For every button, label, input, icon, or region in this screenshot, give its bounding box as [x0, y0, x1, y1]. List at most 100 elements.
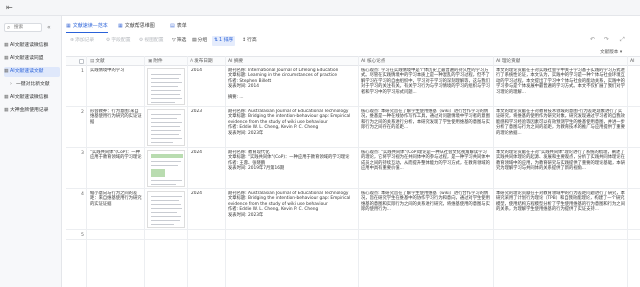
row-number: 1	[81, 69, 84, 74]
filter-label: 筛选	[176, 38, 187, 43]
tab-mind-map[interactable]: ▦ 文献帮思维图	[118, 20, 155, 33]
tab-label: 表单	[176, 23, 187, 29]
filter-icon: ▽	[172, 38, 176, 43]
attachment-thumbnail[interactable]	[147, 150, 185, 187]
row-height-label: 行高	[247, 38, 257, 43]
row-height-button[interactable]: ↕行高	[242, 36, 257, 46]
column-header-year[interactable]: A发布日期	[190, 57, 213, 66]
search-input[interactable]	[14, 24, 41, 31]
back-arrow-icon[interactable]: ⇤	[6, 4, 14, 12]
cell-core[interactable]: 核心观点: 本研究旨在了解学生使用维基（wiki）进行合作学习的情况，旨在研究学…	[361, 191, 491, 228]
new-row[interactable]: 5	[66, 230, 640, 240]
cell-title[interactable]: "实践共同体"(CoP)：一种应用于教育领域的学习理论	[90, 150, 142, 187]
table-row[interactable]: 1 实践情境中的学习 2014 期刊名称: International Jour…	[66, 66, 640, 107]
sidebar-item-usage-log[interactable]: ▦大神金牌使用记录	[4, 106, 60, 116]
sidebar-item-literature[interactable]: ▦AI文献速读文献	[4, 67, 60, 77]
grid-view-icon: ▦	[118, 23, 123, 29]
sidebar-item-alliance[interactable]: ▦AI文献速读同盟	[4, 54, 60, 64]
filter-button[interactable]: ▽筛选	[172, 36, 186, 46]
gear-icon: ⚙	[139, 38, 144, 43]
cell-title[interactable]: 形会教养：行为意图:来自维基使用行为研究的实证证据	[90, 109, 142, 146]
sidebar-item-label: AI文献速读文献	[10, 69, 44, 74]
redo-icon[interactable]: ↷	[604, 36, 609, 43]
column-header-more[interactable]: AI	[630, 57, 635, 66]
cell-year[interactable]: 2024	[191, 150, 223, 155]
attachment-thumbnail[interactable]	[147, 191, 185, 228]
attachment-icon: ▣	[148, 59, 153, 64]
sort-button[interactable]: ⇅1 排序	[212, 36, 236, 46]
group-icon: ▤	[192, 38, 197, 43]
column-header-label: AI 摘要	[228, 59, 244, 64]
cell-theory[interactable]: 本文的理论贡献在于对教育技术领域的意图-行为差距现象进行了实证研究，将维基的使用…	[496, 109, 625, 146]
add-record-button[interactable]: ⊕添加记录	[70, 36, 94, 46]
table-row[interactable]: 4 缩小意向与行为之间的差距：来自维基使用行为研究的实证证据 2024 期刊名称…	[66, 189, 640, 230]
text-field-icon: A	[190, 59, 194, 64]
view-config-button[interactable]: ⚙视图配置	[139, 36, 164, 46]
sidebar-search[interactable]: ⌕	[4, 23, 42, 32]
gear-icon: ⚙	[106, 38, 111, 43]
search-icon: ⌕	[7, 24, 11, 31]
cell-core[interactable]: 核心观点: "实践共同体"(CoP)理论是一种从社会文化视角解读学习的理论，它将…	[361, 150, 491, 187]
cell-title[interactable]: 缩小意向与行为之间的差距：来自维基使用行为研究的实证证据	[90, 191, 142, 228]
field-config-button[interactable]: ⚙字段配置	[106, 36, 131, 46]
column-header-label: AI 核心论点	[361, 59, 386, 64]
sidebar-item-wechat-group[interactable]: ▦AI文献速读微信群	[4, 41, 60, 51]
tab-literature-template[interactable]: ▦ 文献速读—范本	[66, 20, 108, 33]
cell-summary[interactable]: 期刊名称: Australasian Journal of Educationa…	[228, 109, 356, 146]
attachment-thumbnail[interactable]	[147, 68, 185, 105]
row-number: 2	[81, 110, 84, 115]
cell-year[interactable]: 2024	[191, 191, 223, 196]
column-header-label: 文献	[95, 59, 105, 64]
form-icon: ▤	[170, 23, 175, 29]
column-header-label: AI	[630, 59, 635, 64]
cell-theory[interactable]: 本文的理论贡献在于对实践社会学中关于学习基于实践的学习方式进行了系统性论证，本文…	[496, 68, 625, 105]
column-header-theory[interactable]: AI 理论贡献	[496, 57, 520, 66]
cell-year[interactable]: 2014	[191, 68, 223, 73]
plus-icon: ⊕	[70, 38, 75, 43]
sort-icon: ⇅	[214, 38, 219, 43]
cell-theory[interactable]: 本文的理论贡献在于对"实践共同体"理论进行了系统的梳理，阐述了实践共同体理论的起…	[496, 150, 625, 187]
cell-core[interactable]: 核心观点: 学习在实践情境中是个体历史上最普遍的持久性的学习方式。尽管在实践情境…	[361, 68, 491, 105]
sidebar-item-wechat-group-2[interactable]: ▦AI文献速读微信群	[4, 93, 60, 103]
add-record-label: 添加记录	[75, 38, 95, 43]
table-row[interactable]: 3 "实践共同体"(CoP)：一种应用于教育领域的学习理论 2024 期刊名称:…	[66, 148, 640, 189]
sidebar-item-compare[interactable]: › 一键对比新文献	[10, 80, 60, 90]
field-config-label: 字段配置	[111, 38, 131, 43]
group-button[interactable]: ▤分组	[192, 36, 207, 46]
collapse-sidebar-icon[interactable]: «	[47, 24, 51, 31]
undo-icon[interactable]: ↶	[590, 36, 595, 43]
cell-summary[interactable]: 期刊名称: Australasian Journal of Educationa…	[228, 191, 356, 228]
cell-theory[interactable]: 本研究的理论贡献在于对教育领域中的行为差距问题进行了研究，本研究采用了计划行为理…	[496, 191, 625, 228]
row-number: 3	[81, 151, 84, 156]
sidebar: ⌕ « ▦AI文献速读微信群 ▦AI文献速读同盟 ▦AI文献速读文献 ›一键对比…	[0, 16, 62, 287]
column-header-attachment[interactable]: ▣附件	[148, 57, 163, 66]
font-version-dropdown[interactable]: 文献版本 ▾	[600, 49, 622, 55]
row-number: 4	[81, 192, 84, 197]
sidebar-item-label: AI文献速读微信群	[10, 43, 49, 48]
row-height-icon: ↕	[242, 38, 247, 43]
table-row[interactable]: 2 形会教养：行为意图:来自维基使用行为研究的实证证据 2023 期刊名称: A…	[66, 107, 640, 148]
column-header-label: 附件	[153, 59, 163, 64]
column-header-name[interactable]: ▤文献	[90, 57, 105, 66]
attachment-thumbnail[interactable]	[147, 109, 185, 146]
row-number: 5	[81, 233, 84, 238]
sidebar-item-label: 一键对比新文献	[16, 82, 50, 87]
grid-view-icon: ▦	[66, 23, 71, 29]
sidebar-item-label: 大神金牌使用记录	[10, 108, 49, 113]
column-header-core[interactable]: AI 核心论点	[361, 57, 385, 66]
tab-label: 文献帮思维图	[124, 23, 155, 29]
cell-summary[interactable]: 期刊名称: International Journal of Lifelong …	[228, 68, 356, 105]
grid-header: ▤文献 ▣附件 A发布日期 AI 摘要 AI 核心论点 AI 理论贡献 AI	[66, 56, 640, 66]
tab-form[interactable]: ▤ 表单	[170, 20, 187, 33]
font-version-label: 文献版本 ▾	[600, 50, 623, 55]
column-header-label: 发布日期	[194, 59, 213, 64]
text-field-icon: ▤	[90, 59, 95, 64]
sort-label: 1 排序	[219, 38, 234, 43]
select-all-checkbox[interactable]	[79, 59, 84, 64]
fullscreen-icon[interactable]: ⤢	[620, 36, 625, 44]
cell-core[interactable]: 核心观点: 本研究旨在了解学生使用维基（wiki）进行合作学习的情况，维基是一种…	[361, 109, 491, 146]
cell-summary[interactable]: 期刊名称: 教育现代化 文章标题: "实践共同体"(CoP)：一种应用于教育领域…	[228, 150, 356, 187]
cell-title[interactable]: 实践情境中的学习	[90, 68, 142, 105]
cell-year[interactable]: 2023	[191, 109, 223, 114]
column-header-summary[interactable]: AI 摘要	[228, 57, 243, 66]
